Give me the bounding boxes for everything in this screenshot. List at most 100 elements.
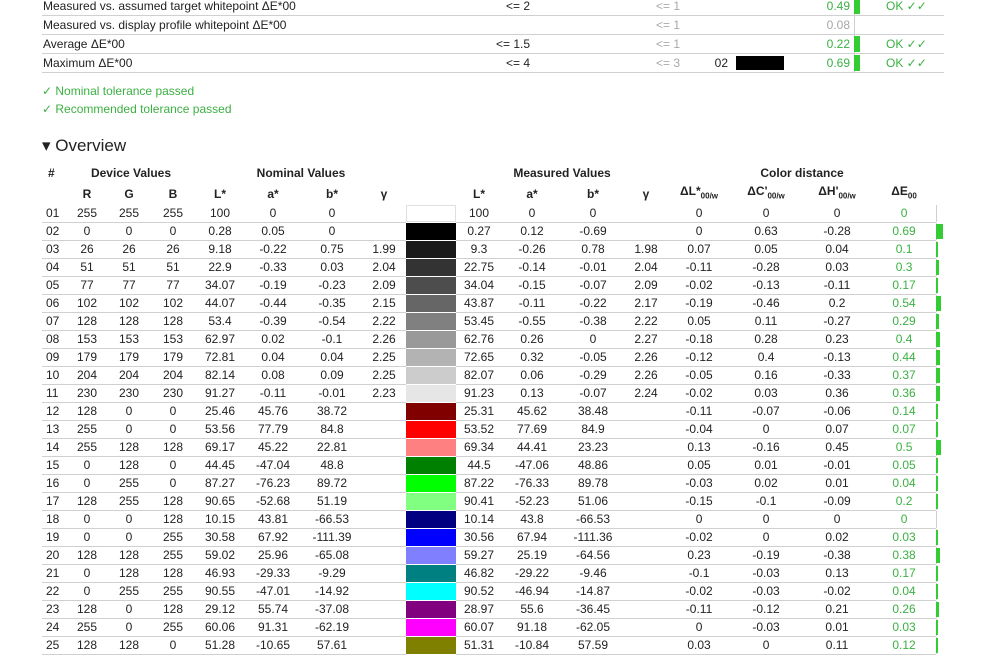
color-swatch-cell [406,492,457,512]
cell-dE: 0.69 [872,222,937,242]
cell-G: 0 [108,402,150,422]
cell-dH: 0.36 [802,384,873,404]
cell-nL: 22.9 [196,258,244,278]
cell-dE: 0.37 [872,366,937,386]
cell-G: 0 [108,510,150,530]
summary-recommended: <= 1 [532,34,682,54]
cell-n: 19 [42,528,66,548]
cell-na: 67.92 [244,528,302,548]
cell-mL: 10.14 [456,510,503,530]
cell-R: 255 [66,618,108,638]
cell-nL: 25.46 [196,402,244,422]
cell-na: -0.39 [244,312,302,332]
cell-dL: -0.03 [668,474,731,494]
color-swatch-cell [406,384,457,404]
delta-e-bar [936,242,939,258]
cell-R: 230 [66,384,108,404]
cell-mg [624,564,669,584]
color-swatch-cell [406,276,457,296]
color-swatch-cell [406,402,457,422]
delta-e-bar-cell [936,438,945,458]
cell-ma: -47.06 [502,456,563,476]
delta-e-bar [936,350,941,366]
cell-nb: 22.81 [302,438,362,458]
cell-nb: -111.39 [302,528,362,548]
cell-dL: 0.23 [668,546,731,566]
cell-nb: -0.54 [302,312,362,332]
delta-e-bar-cell [936,402,945,422]
color-swatch [406,547,457,564]
cell-ma: 25.19 [502,546,563,566]
color-swatch [406,529,457,546]
summary-bar [854,0,860,14]
cell-nL: 34.07 [196,276,244,296]
cell-B: 255 [150,546,196,566]
cell-na: 0.08 [244,366,302,386]
cell-dC: 0.01 [730,456,803,476]
cell-nL: 44.45 [196,456,244,476]
color-swatch [406,403,457,420]
cell-mb: -0.69 [562,222,625,242]
summary-label: Measured vs. display profile whitepoint … [42,15,442,35]
summary-result: OK ✓✓ [882,53,944,73]
cell-R: 128 [66,492,108,512]
cell-R: 128 [66,600,108,620]
cell-mb: 51.06 [562,492,625,512]
cell-dC: 0.11 [730,312,803,332]
cell-nL: 9.18 [196,240,244,260]
summary-swatch [736,18,784,32]
cell-B: 255 [150,205,196,224]
table-row: 08 153 153 153 62.97 0.02 -0.1 2.26 62.76 0.26 0 2.… [42,330,945,350]
col-nominal-gamma: γ [380,186,388,201]
cell-G: 153 [108,330,150,350]
cell-n: 04 [42,258,66,278]
overview-toggle[interactable]: ▾ Overview [42,136,126,156]
cell-dH: 0.11 [802,636,873,656]
cell-dH: 0.07 [802,420,873,440]
delta-e-bar [936,224,944,240]
cell-mL: 59.27 [456,546,503,566]
color-swatch-cell [406,330,457,350]
cell-mg [624,420,669,440]
cell-ma: 67.94 [502,528,563,548]
col-delta-e: ΔE00 [891,184,917,201]
cell-nb: 0.04 [302,348,362,368]
cell-dE: 0.26 [872,600,937,620]
cell-B: 128 [150,312,196,332]
color-swatch [406,313,457,330]
cell-dL: 0 [668,510,731,530]
cell-dL: 0 [668,618,731,638]
cell-nL: 59.02 [196,546,244,566]
cell-nb: 48.8 [302,456,362,476]
cell-nb: -0.23 [302,276,362,296]
color-swatch [406,493,457,510]
cell-B: 128 [150,600,196,620]
cell-mb: 89.78 [562,474,625,494]
cell-n: 15 [42,456,66,476]
cell-B: 51 [150,258,196,278]
cell-R: 0 [66,456,108,476]
cell-ma: -0.26 [502,240,563,260]
col-g: G [124,186,134,201]
cell-dH: 0 [802,205,873,224]
color-swatch [406,637,457,654]
cell-mg: 2.04 [624,258,669,278]
summary-swatch [736,56,784,70]
col-b: B [168,186,178,201]
cell-R: 128 [66,402,108,422]
delta-e-bar-cell [936,384,945,404]
table-row: 05 77 77 77 34.07 -0.19 -0.23 2.09 34.04 -0.15 -0.… [42,276,945,296]
cell-nb: -62.19 [302,618,362,638]
color-swatch-cell [406,636,457,656]
cell-ng: 2.26 [362,330,407,350]
cell-dH: 0.03 [802,258,873,278]
col-nominal-l: L* [214,186,226,201]
cell-R: 26 [66,240,108,260]
summary-label: Measured vs. assumed target whitepoint Δ… [42,0,442,16]
cell-na: -0.22 [244,240,302,260]
cell-mL: 34.04 [456,276,503,296]
cell-mg [624,528,669,548]
color-swatch [406,241,457,258]
delta-e-bar-cell [936,474,945,494]
summary-patch-index: 02 [682,53,736,73]
